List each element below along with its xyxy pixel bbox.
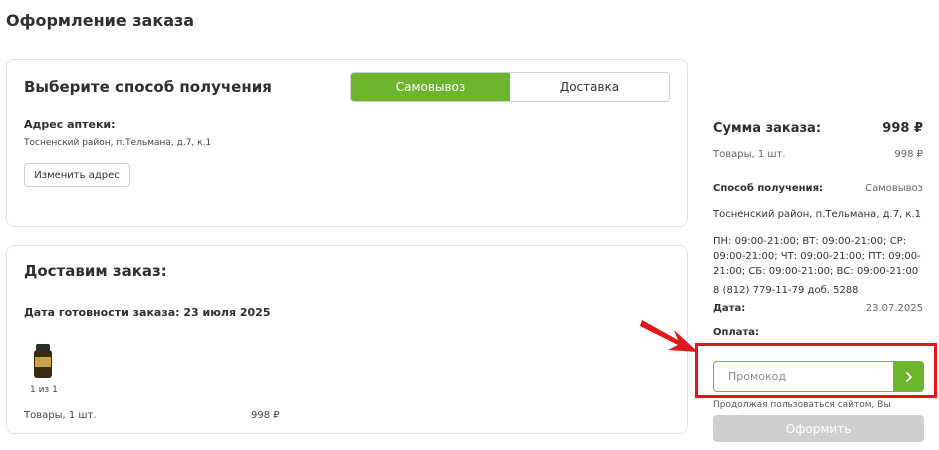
- summary-method-value: Самовывоз: [865, 183, 923, 194]
- pickup-method-card: Выберите способ получения Самовывоз Дост…: [6, 59, 688, 227]
- promo-code-input[interactable]: [713, 361, 894, 392]
- consent-text: Продолжая пользоваться сайтом, Вы: [713, 400, 891, 410]
- ready-date-text: Дата готовности заказа: 23 июля 2025: [24, 306, 271, 319]
- goods-price: 998 ₽: [251, 410, 280, 421]
- summary-phone: 8 (812) 779-11-79 доб. 5288: [713, 285, 859, 296]
- summary-date-value: 23.07.2025: [865, 303, 923, 314]
- product-bottle-cap: [36, 344, 50, 351]
- promo-submit-button[interactable]: [893, 361, 924, 392]
- pharmacy-address-label: Адрес аптеки:: [24, 118, 116, 131]
- delivery-method-toggle: Самовывоз Доставка: [350, 72, 670, 102]
- product-bottle-label: [35, 357, 51, 367]
- summary-payment-label: Оплата:: [713, 327, 760, 338]
- summary-hours: ПН: 09:00-21:00; ВТ: 09:00-21:00; СР: 09…: [713, 234, 925, 279]
- summary-date-row: Дата: 23.07.2025: [713, 303, 923, 314]
- summary-method-label: Способ получения:: [713, 183, 823, 194]
- product-thumbnail[interactable]: [34, 344, 52, 378]
- goods-count-label: Товары, 1 шт.: [24, 410, 97, 421]
- summary-date-label: Дата:: [713, 303, 746, 314]
- tab-delivery[interactable]: Доставка: [510, 73, 669, 101]
- summary-goods-row: Товары, 1 шт. 998 ₽: [713, 149, 923, 160]
- summary-goods-label: Товары, 1 шт.: [713, 149, 786, 160]
- delivery-card-title: Доставим заказ:: [24, 262, 167, 280]
- chevron-right-icon: [905, 371, 912, 382]
- summary-hours-line: ПН: 09:00-21:00; ВТ: 09:00-21:00; СР:: [713, 236, 907, 247]
- summary-address: Тосненский район, п.Тельмана, д.7, к.1: [713, 209, 922, 220]
- summary-total: 998 ₽: [882, 121, 923, 136]
- page-title: Оформление заказа: [6, 11, 195, 30]
- summary-goods-price: 998 ₽: [894, 149, 923, 160]
- change-address-button[interactable]: Изменить адрес: [24, 163, 130, 187]
- summary-title: Сумма заказа:: [713, 121, 822, 136]
- checkout-page: Оформление заказа Выберите способ получе…: [0, 0, 939, 450]
- order-delivery-card: Доставим заказ: Дата готовности заказа: …: [6, 245, 688, 434]
- summary-method-row: Способ получения: Самовывоз: [713, 183, 923, 194]
- checkout-button[interactable]: Оформить: [713, 415, 924, 442]
- summary-hours-line: 21:00; СБ: 09:00-21:00; ВС: 09:00-21:00: [713, 266, 919, 277]
- summary-hours-line: 09:00-21:00; ЧТ: 09:00-21:00; ПТ: 09:00-: [713, 251, 921, 262]
- pickup-card-title: Выберите способ получения: [24, 78, 272, 96]
- product-counter: 1 из 1: [30, 385, 58, 395]
- red-arrow-icon: [640, 320, 698, 352]
- tab-pickup[interactable]: Самовывоз: [351, 73, 510, 101]
- pharmacy-address-value: Тосненский район, п.Тельмана, д.7, к.1: [24, 138, 212, 148]
- summary-total-row: Сумма заказа: 998 ₽: [713, 121, 923, 136]
